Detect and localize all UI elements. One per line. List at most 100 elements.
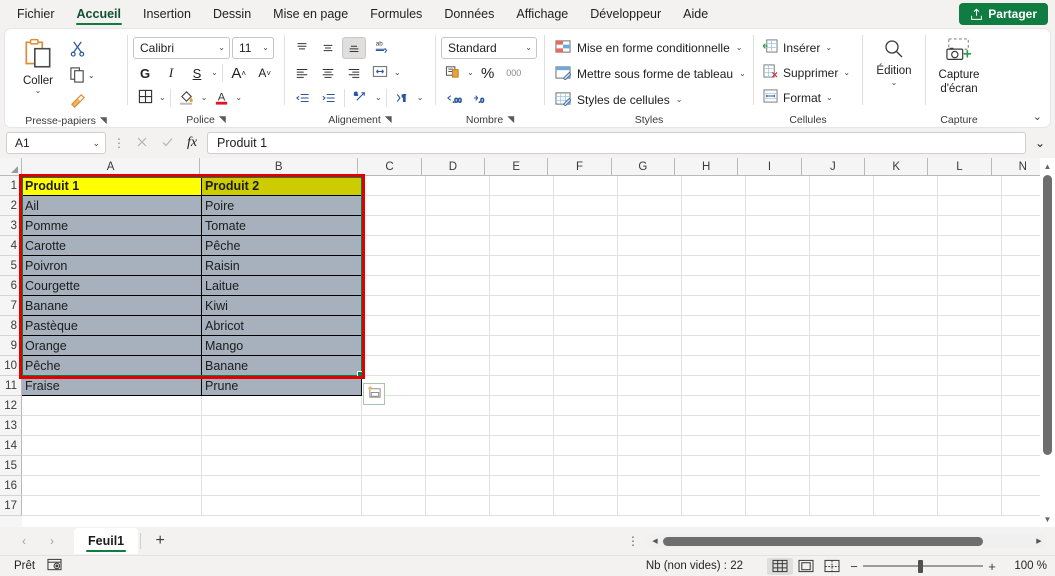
cell-j15[interactable]: [810, 456, 874, 476]
cell-k17[interactable]: [874, 496, 938, 516]
cell-j13[interactable]: [810, 416, 874, 436]
cell-i13[interactable]: [746, 416, 810, 436]
ribbon-tab-fichier[interactable]: Fichier: [6, 0, 66, 28]
cell-b16[interactable]: [202, 476, 362, 496]
row-header-11[interactable]: 11: [0, 376, 22, 396]
decrease-indent-button[interactable]: [290, 87, 314, 109]
cell-i14[interactable]: [746, 436, 810, 456]
column-header-i[interactable]: I: [738, 158, 802, 175]
cell-b10[interactable]: Banane: [202, 356, 362, 376]
cell-c5[interactable]: [362, 256, 426, 276]
align-bottom-button[interactable]: [342, 37, 366, 59]
cell-d17[interactable]: [426, 496, 490, 516]
cell-c1[interactable]: [362, 176, 426, 196]
cell-d10[interactable]: [426, 356, 490, 376]
font-dialog-launcher[interactable]: ◥: [219, 114, 226, 125]
cell-c15[interactable]: [362, 456, 426, 476]
cell-b9[interactable]: Mango: [202, 336, 362, 356]
orientation-chevron-down-icon[interactable]: ⌄: [375, 94, 382, 102]
cell-e15[interactable]: [490, 456, 554, 476]
cell-f15[interactable]: [554, 456, 618, 476]
cell-k1[interactable]: [874, 176, 938, 196]
row-header-7[interactable]: 7: [0, 296, 22, 316]
ribbon-tab-developpeur[interactable]: Développeur: [579, 0, 672, 28]
text-direction-button[interactable]: ¶: [391, 87, 415, 109]
cell-l14[interactable]: [938, 436, 1002, 456]
number-format-chevron-down-icon[interactable]: ⌄: [525, 44, 532, 52]
editing-chevron-down-icon[interactable]: ⌄: [891, 78, 898, 87]
next-sheet-icon[interactable]: ›: [38, 529, 66, 553]
cell-b8[interactable]: Abricot: [202, 316, 362, 336]
cell-c6[interactable]: [362, 276, 426, 296]
cell-b13[interactable]: [202, 416, 362, 436]
cell-d7[interactable]: [426, 296, 490, 316]
cell-i4[interactable]: [746, 236, 810, 256]
font-color-chevron-down-icon[interactable]: ⌄: [235, 94, 242, 102]
cell-a5[interactable]: Poivron: [22, 256, 202, 276]
increase-font-size-button[interactable]: A ˄: [227, 62, 251, 84]
row-header-15[interactable]: 15: [0, 456, 22, 476]
cell-k2[interactable]: [874, 196, 938, 216]
borders-chevron-down-icon[interactable]: ⌄: [159, 94, 166, 102]
cell-g8[interactable]: [618, 316, 682, 336]
confirm-entry-button[interactable]: [157, 133, 177, 153]
cell-c7[interactable]: [362, 296, 426, 316]
delete-chevron-down-icon[interactable]: ⌄: [843, 68, 850, 77]
font-size-chevron-down-icon[interactable]: ⌄: [262, 44, 269, 52]
cell-a7[interactable]: Banane: [22, 296, 202, 316]
cell-j17[interactable]: [810, 496, 874, 516]
column-header-j[interactable]: J: [801, 158, 866, 175]
cell-l13[interactable]: [938, 416, 1002, 436]
cell-h11[interactable]: [682, 376, 746, 396]
accounting-format-button[interactable]: [441, 62, 465, 84]
cell-i10[interactable]: [746, 356, 810, 376]
add-sheet-button[interactable]: +: [143, 529, 177, 553]
cell-j2[interactable]: [810, 196, 874, 216]
cell-d13[interactable]: [426, 416, 490, 436]
cell-f12[interactable]: [554, 396, 618, 416]
cell-e11[interactable]: [490, 376, 554, 396]
cell-k6[interactable]: [874, 276, 938, 296]
cell-i3[interactable]: [746, 216, 810, 236]
cell-b5[interactable]: Raisin: [202, 256, 362, 276]
increase-decimal-button[interactable]: .00: [441, 87, 465, 109]
cell-f3[interactable]: [554, 216, 618, 236]
cell-j8[interactable]: [810, 316, 874, 336]
cell-h10[interactable]: [682, 356, 746, 376]
cell-a12[interactable]: [22, 396, 202, 416]
cell-i12[interactable]: [746, 396, 810, 416]
cell-k3[interactable]: [874, 216, 938, 236]
cell-h13[interactable]: [682, 416, 746, 436]
cell-i5[interactable]: [746, 256, 810, 276]
cell-e7[interactable]: [490, 296, 554, 316]
cell-e2[interactable]: [490, 196, 554, 216]
cell-d14[interactable]: [426, 436, 490, 456]
cell-b14[interactable]: [202, 436, 362, 456]
row-header-1[interactable]: 1: [0, 176, 22, 196]
cell-d3[interactable]: [426, 216, 490, 236]
row-header-6[interactable]: 6: [0, 276, 22, 296]
vertical-scrollbar[interactable]: ▲ ▼: [1040, 158, 1055, 527]
column-header-e[interactable]: E: [485, 158, 549, 175]
ribbon-tab-dessin[interactable]: Dessin: [202, 0, 262, 28]
cell-j7[interactable]: [810, 296, 874, 316]
cell-l5[interactable]: [938, 256, 1002, 276]
ribbon-tab-affichage[interactable]: Affichage: [505, 0, 579, 28]
font-color-button[interactable]: A: [209, 87, 233, 109]
cell-b17[interactable]: [202, 496, 362, 516]
font-size-select[interactable]: 11 ⌄: [232, 37, 274, 59]
cell-j16[interactable]: [810, 476, 874, 496]
cell-g16[interactable]: [618, 476, 682, 496]
cell-e8[interactable]: [490, 316, 554, 336]
row-header-3[interactable]: 3: [0, 216, 22, 236]
cell-b6[interactable]: Laitue: [202, 276, 362, 296]
cell-l1[interactable]: [938, 176, 1002, 196]
cell-c10[interactable]: [362, 356, 426, 376]
scroll-down-arrow-icon[interactable]: ▼: [1044, 511, 1052, 527]
expand-formula-bar-chevron-down-icon[interactable]: ⌄: [1031, 136, 1049, 150]
editing-button[interactable]: Édition ⌄: [868, 34, 920, 87]
cell-i7[interactable]: [746, 296, 810, 316]
ribbon-tab-formules[interactable]: Formules: [359, 0, 433, 28]
share-button[interactable]: Partager: [959, 3, 1048, 25]
italic-button[interactable]: I: [159, 62, 183, 84]
